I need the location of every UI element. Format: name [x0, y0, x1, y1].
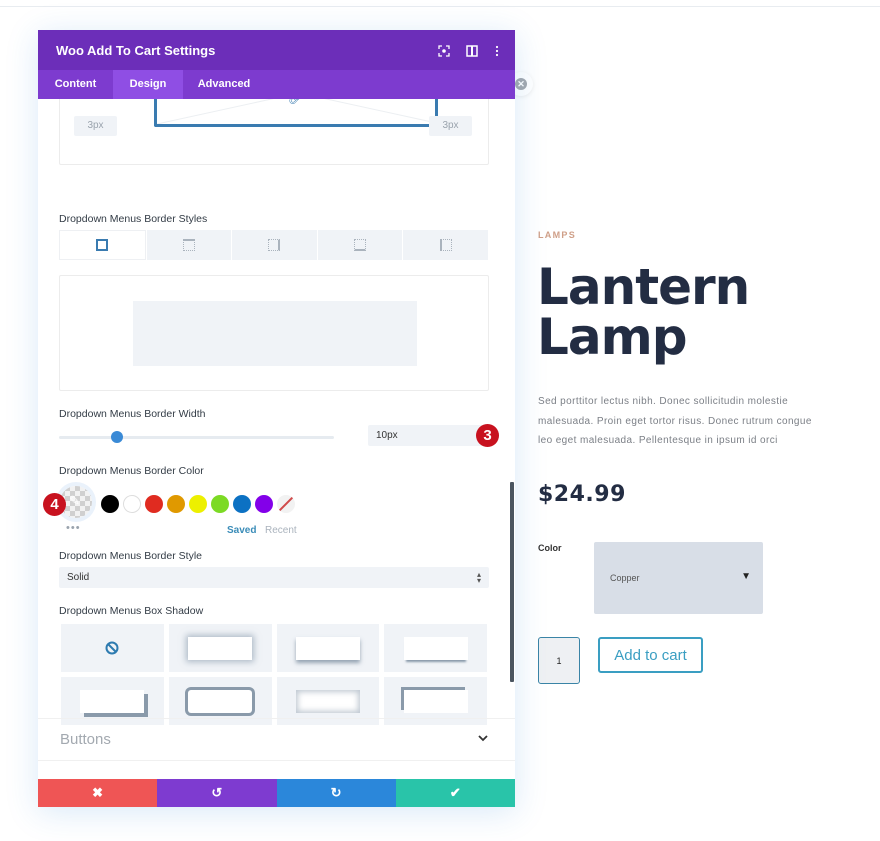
swatch-yellow[interactable]: [189, 495, 207, 513]
product-title: Lantern Lamp: [537, 258, 750, 366]
border-left-icon: [439, 239, 452, 251]
swatch-red[interactable]: [145, 495, 163, 513]
shadow-preset-1[interactable]: [168, 624, 272, 672]
border-style-value: Solid: [67, 572, 90, 583]
border-width-input[interactable]: 10px: [368, 425, 485, 446]
focus-icon[interactable]: [438, 44, 450, 57]
tab-design[interactable]: Design: [113, 70, 183, 99]
border-style-label: Dropdown Menus Border Style: [59, 550, 202, 562]
border-preview-inner: [133, 301, 417, 366]
eyedropper-icon: ✎: [69, 493, 80, 508]
modal-footer: ✖ ↺ ↻ ✔: [38, 779, 515, 807]
quantity-input[interactable]: 1: [538, 637, 580, 684]
more-colors-icon[interactable]: •••: [66, 522, 81, 534]
product-description: Sed porttitor lectus nibh. Donec sollici…: [538, 396, 812, 446]
annotation-badge-3: 3: [476, 424, 499, 447]
add-to-cart-button[interactable]: Add to cart: [598, 637, 703, 673]
border-color-label: Dropdown Menus Border Color: [59, 465, 204, 477]
close-icon: ✖: [92, 785, 104, 800]
border-width-label: Dropdown Menus Border Width: [59, 408, 206, 420]
swatch-green[interactable]: [211, 495, 229, 513]
swatch-black[interactable]: [101, 495, 119, 513]
tab-content[interactable]: Content: [38, 70, 113, 99]
border-right-icon: [268, 239, 281, 251]
color-select[interactable]: Copper ▼: [594, 542, 763, 614]
shadow-preset-2[interactable]: [276, 624, 380, 672]
close-icon: ✕: [515, 78, 527, 90]
dropdown-arrow-icon: ▼: [741, 571, 751, 582]
border-width-slider[interactable]: [59, 436, 334, 439]
chevron-down-icon: [478, 730, 488, 745]
border-style-preview: [59, 275, 489, 391]
color-label: Color: [538, 543, 562, 553]
redo-button[interactable]: ↻: [276, 779, 396, 807]
buttons-section-label: Buttons: [60, 731, 111, 748]
scrollbar[interactable]: [510, 482, 514, 682]
swatch-purple[interactable]: [255, 495, 273, 513]
product-title-line2: Lamp: [537, 308, 688, 366]
shadow-preset-3[interactable]: [384, 624, 487, 672]
swatch-blue[interactable]: [233, 495, 251, 513]
box-shadow-presets: [61, 624, 487, 725]
redo-icon: ↻: [330, 785, 342, 800]
swatch-white[interactable]: [123, 495, 141, 513]
split-view-icon[interactable]: [466, 44, 478, 57]
border-styles-selector: [59, 230, 489, 260]
saved-colors-tab[interactable]: Saved: [227, 525, 256, 536]
modal-title: Woo Add To Cart Settings: [56, 43, 216, 58]
tab-advanced[interactable]: Advanced: [183, 70, 265, 99]
checkmark-icon: ✔: [449, 785, 461, 800]
border-top-icon: [182, 239, 195, 251]
buttons-section-toggle[interactable]: Buttons: [38, 718, 515, 761]
slider-handle[interactable]: [110, 431, 123, 443]
radius-right-input[interactable]: 3px: [429, 116, 472, 136]
border-styles-label: Dropdown Menus Border Styles: [59, 213, 208, 225]
border-style-select[interactable]: Solid ▴ ▾: [59, 567, 489, 588]
swatch-orange[interactable]: [167, 495, 185, 513]
border-bottom-icon: [354, 239, 367, 251]
border-style-left[interactable]: [403, 230, 488, 260]
tab-bar: Content Design Advanced: [38, 70, 515, 99]
color-select-value: Copper: [610, 573, 640, 583]
cancel-button[interactable]: ✖: [38, 779, 158, 807]
shadow-preset-none[interactable]: [61, 624, 164, 672]
border-all-icon: [96, 239, 109, 251]
undo-button[interactable]: ↺: [157, 779, 277, 807]
box-shadow-label: Dropdown Menus Box Shadow: [59, 605, 204, 617]
swatch-none[interactable]: [277, 495, 295, 513]
modal-body: 🔗︎ 3px 3px Dropdown Menus Border Styles …: [38, 99, 515, 807]
no-shadow-icon: [105, 641, 119, 655]
border-radius-preview: 🔗︎ 3px 3px: [59, 99, 489, 165]
radius-left-input[interactable]: 3px: [74, 116, 117, 136]
border-style-all[interactable]: [59, 230, 146, 260]
product-title-line1: Lantern: [537, 258, 750, 316]
select-arrows-icon: ▴ ▾: [476, 570, 481, 585]
link-icon[interactable]: 🔗︎: [288, 99, 303, 105]
undo-icon: ↺: [211, 785, 223, 800]
annotation-badge-4: 4: [43, 493, 66, 516]
modal-header: Woo Add To Cart Settings: [38, 30, 515, 70]
border-style-top[interactable]: [146, 230, 232, 260]
border-style-bottom[interactable]: [317, 230, 403, 260]
border-style-right[interactable]: [232, 230, 317, 260]
recent-colors-tab[interactable]: Recent: [265, 525, 297, 536]
settings-modal: Woo Add To Cart Settings Content Design …: [38, 30, 515, 807]
product-price: $24.99: [538, 482, 626, 507]
product-category[interactable]: LAMPS: [538, 230, 576, 240]
more-options-icon[interactable]: [491, 44, 503, 57]
top-divider: [0, 6, 880, 7]
save-button[interactable]: ✔: [395, 779, 515, 807]
